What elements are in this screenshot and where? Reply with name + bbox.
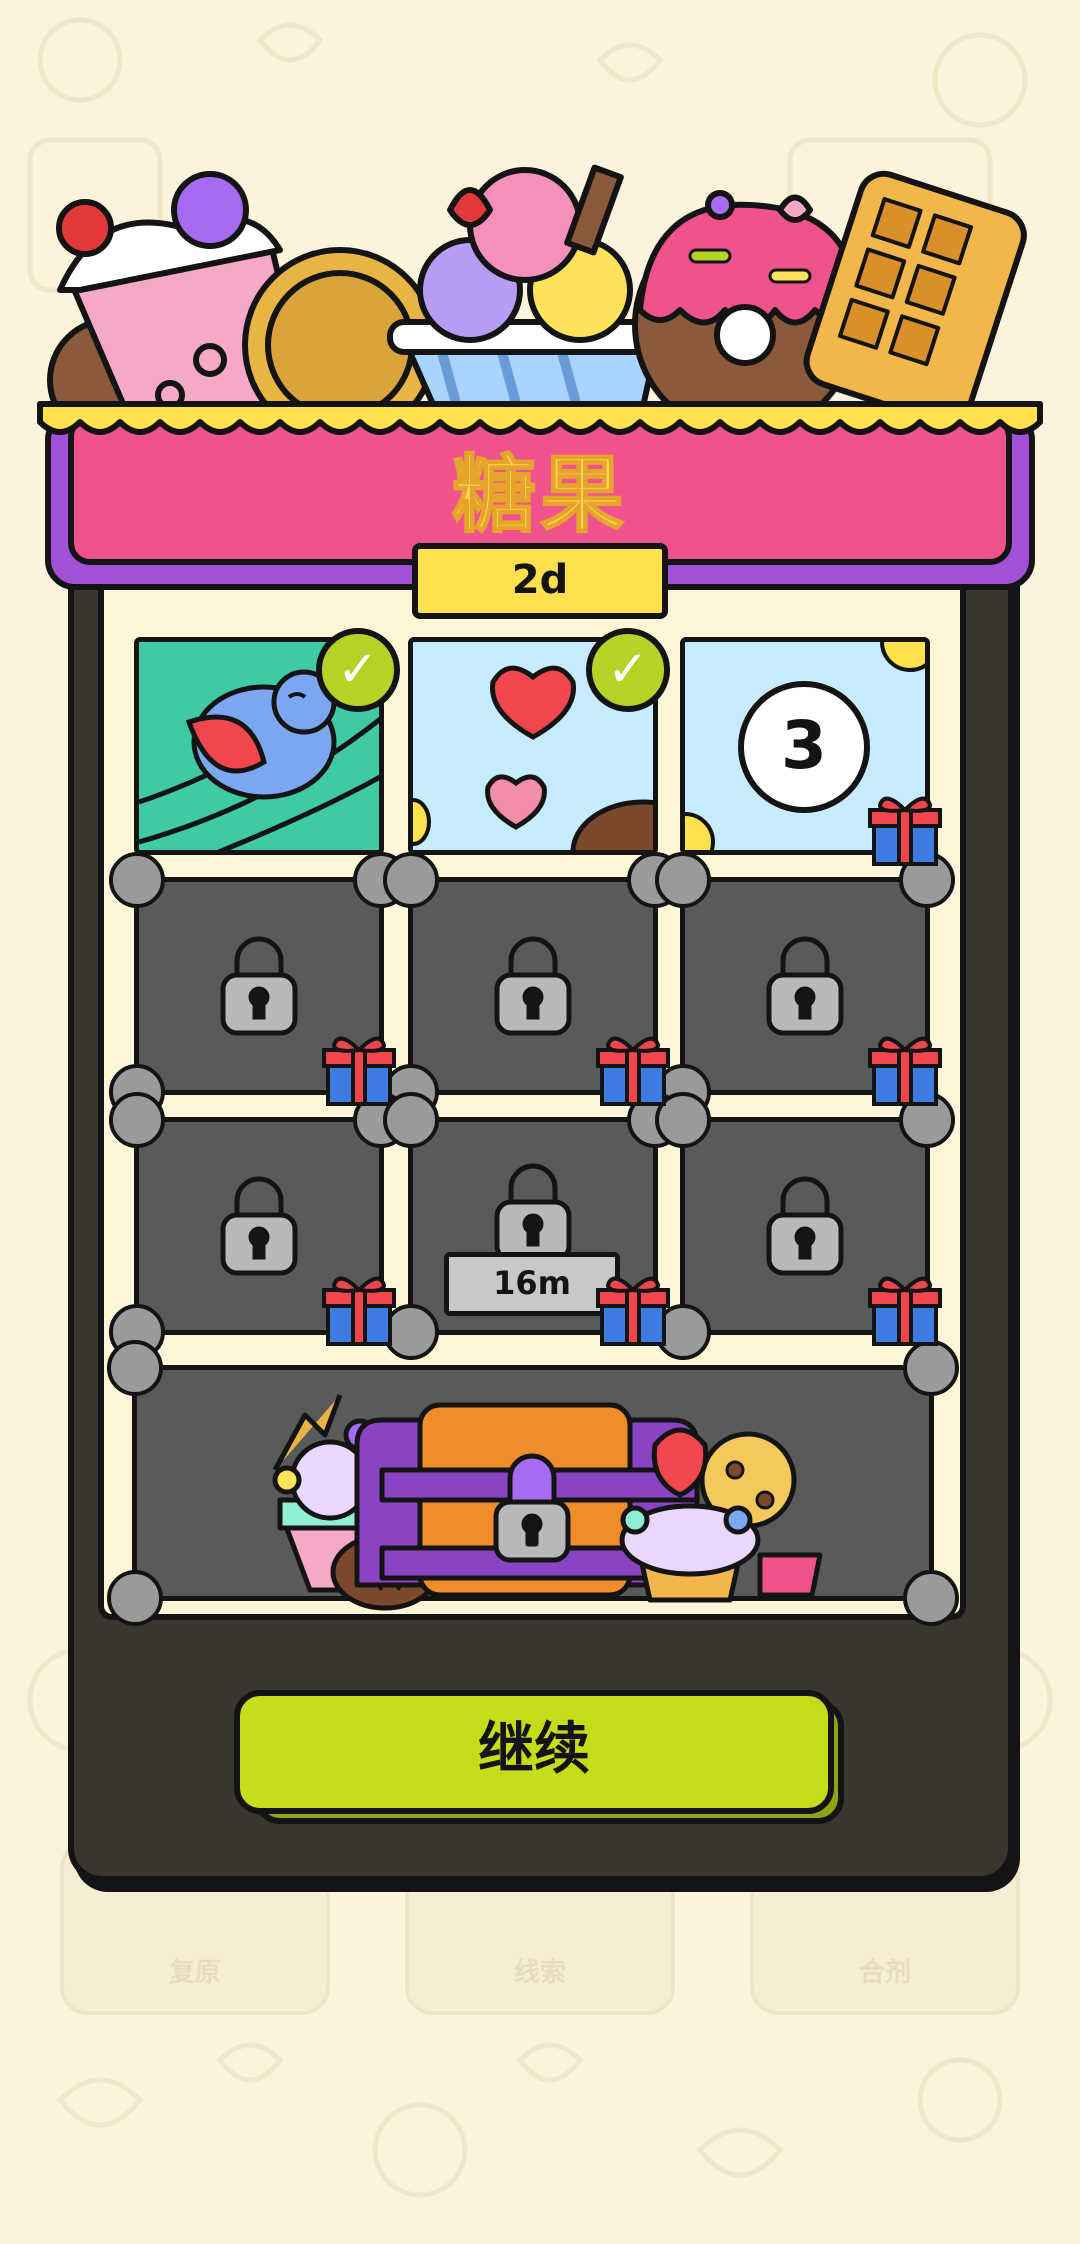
chest-tile-locked[interactable] bbox=[132, 1365, 934, 1601]
gift-icon bbox=[596, 1036, 670, 1106]
gift-icon bbox=[868, 1036, 942, 1106]
gift-icon bbox=[868, 796, 942, 866]
event-title: 糖果 bbox=[451, 445, 628, 545]
desserts-illustration bbox=[47, 164, 1027, 430]
level-number-badge: 3 bbox=[738, 681, 870, 813]
completed-check-icon: ✓ bbox=[316, 628, 400, 712]
continue-button[interactable]: 继续 bbox=[234, 1690, 834, 1814]
gift-icon bbox=[322, 1036, 396, 1106]
event-timer: 2d bbox=[412, 543, 668, 619]
gift-icon bbox=[322, 1276, 396, 1346]
gift-icon bbox=[868, 1276, 942, 1346]
unlock-timer: 16m bbox=[444, 1252, 620, 1316]
completed-check-icon: ✓ bbox=[586, 628, 670, 712]
gift-icon bbox=[596, 1276, 670, 1346]
